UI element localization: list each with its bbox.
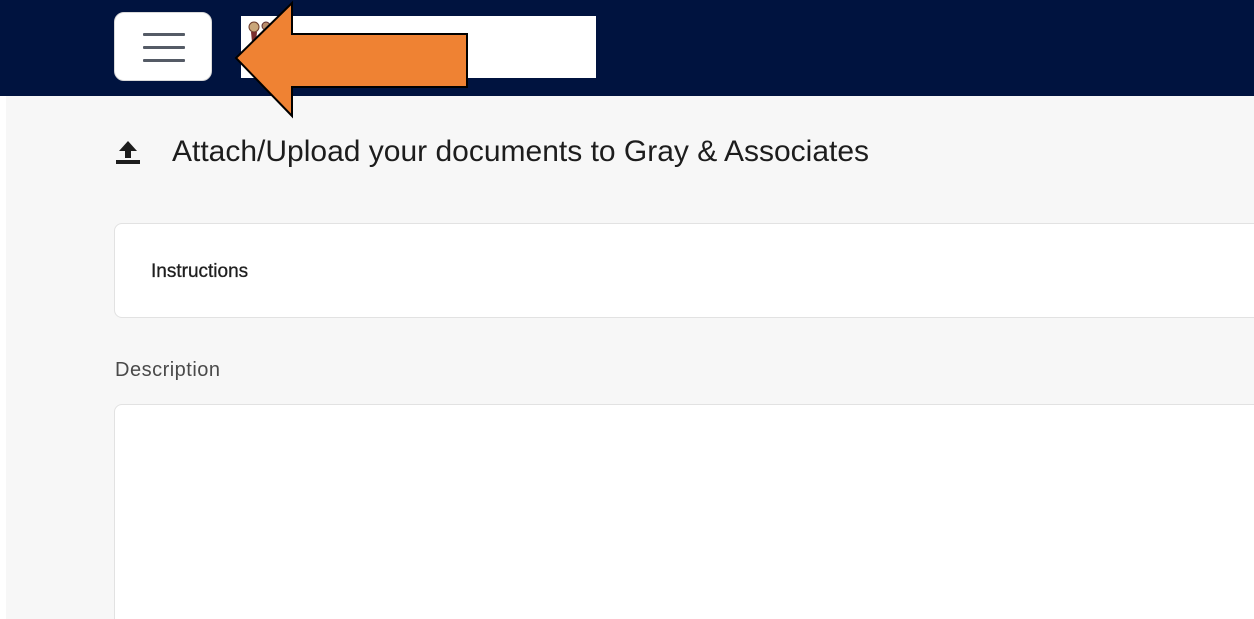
top-navbar: tes, CPA, PC: [0, 0, 1254, 96]
page: tes, CPA, PC Attach/Upload your document…: [0, 0, 1254, 619]
company-logo[interactable]: tes, CPA, PC: [241, 16, 596, 78]
hamburger-menu-icon-bar: [143, 59, 185, 62]
logo-text: tes, CPA, PC: [275, 50, 347, 64]
instructions-label: Instructions: [151, 261, 249, 282]
description-label: Description: [115, 359, 221, 381]
description-field[interactable]: [114, 404, 1254, 619]
instructions-panel[interactable]: Instructions: [114, 223, 1254, 318]
logo-seal-icon: [248, 21, 271, 42]
page-header: Attach/Upload your documents to Gray & A…: [114, 132, 869, 172]
page-title: Attach/Upload your documents to Gray & A…: [172, 135, 870, 168]
upload-icon: [116, 141, 140, 164]
hamburger-menu-icon-bar: [143, 46, 185, 49]
hamburger-menu-icon: [143, 33, 185, 36]
menu-button[interactable]: [114, 12, 212, 81]
